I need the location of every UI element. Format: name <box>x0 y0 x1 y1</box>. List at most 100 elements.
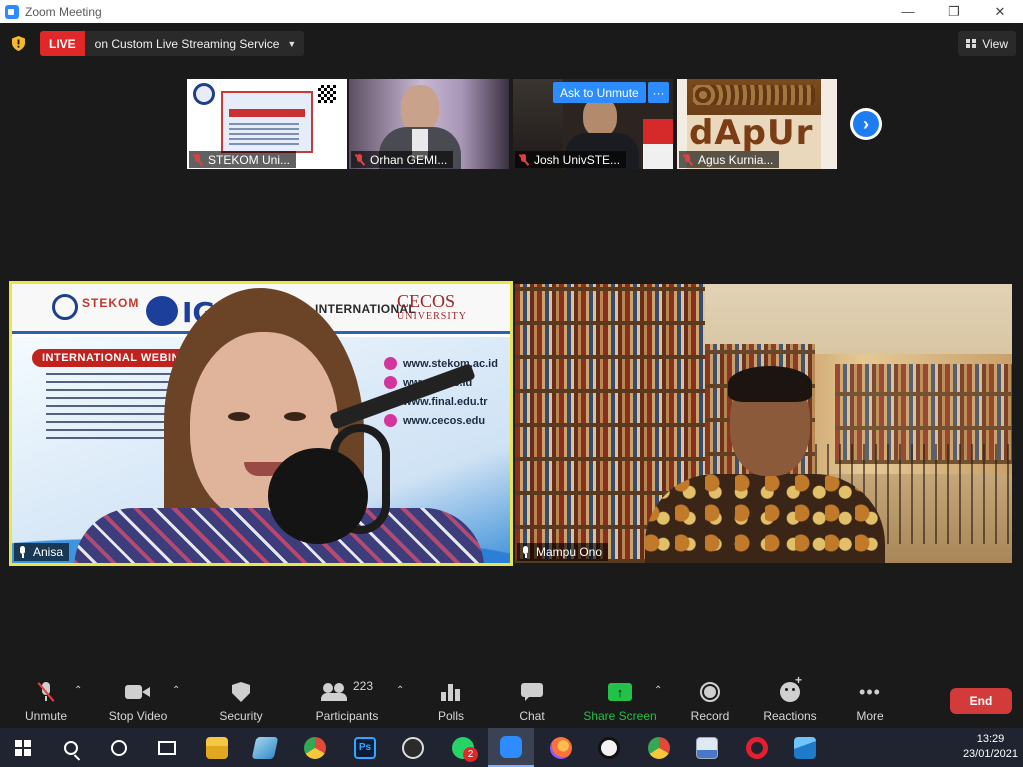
mic-muted-icon <box>192 153 203 166</box>
taskbar-chrome[interactable] <box>292 728 338 767</box>
share-arrow-icon: ↑ <box>608 683 632 701</box>
participant-count: 223 <box>352 679 374 693</box>
start-button[interactable] <box>0 728 46 767</box>
window-controls: — ❐ ✕ <box>885 0 1023 23</box>
windows-logo-icon <box>15 739 31 756</box>
zoom-icon <box>500 735 522 758</box>
dapur-logo-text: dApUr <box>689 113 814 153</box>
live-stream-dropdown[interactable]: LIVE on Custom Live Streaming Service ▼ <box>40 31 305 56</box>
record-button[interactable]: Record <box>688 679 732 728</box>
participant-video <box>401 85 439 131</box>
cecos-logo-text: CECOS UNIVERSITY <box>397 292 467 322</box>
participant-name-label: Josh UnivSTE... <box>515 151 627 168</box>
active-speaker-tile[interactable]: STEKOM IGI INTERNATIONAL CECOS UNIVERSIT… <box>9 281 513 566</box>
taskbar-photoshop[interactable]: Ps <box>342 728 388 767</box>
more-label: More <box>856 709 884 723</box>
unmute-button[interactable]: Unmute <box>22 679 70 728</box>
mic-icon <box>520 546 531 558</box>
speaker-name: Anisa <box>33 545 64 559</box>
search-icon <box>64 740 78 755</box>
chevron-right-icon: › <box>853 111 879 137</box>
close-button[interactable]: ✕ <box>977 0 1023 23</box>
participant-name-label: Orhan GEMI... <box>351 151 454 168</box>
security-button[interactable]: Security <box>218 679 264 728</box>
share-screen-button[interactable]: ↑ Share Screen <box>583 679 657 728</box>
search-button[interactable] <box>48 728 94 767</box>
participant-name: Josh UnivSTE... <box>534 152 621 167</box>
restore-button[interactable]: ❐ <box>931 0 977 23</box>
view-button[interactable]: View <box>958 31 1016 56</box>
speaker-eye <box>284 412 306 421</box>
university-logo <box>193 83 215 105</box>
participant-thumbnail[interactable]: dApUr Agus Kurnia... <box>677 79 837 169</box>
stekom-text: STEKOM <box>82 296 140 310</box>
participant-thumbnail[interactable]: Orhan GEMI... <box>349 79 509 169</box>
photoshop-icon: Ps <box>354 736 376 759</box>
gallery-grid-icon <box>966 39 977 48</box>
chevron-down-icon: ▼ <box>287 38 297 49</box>
windows-taskbar: Ps 2 13:29 23/01/2021 <box>0 728 1023 767</box>
reactions-label: Reactions <box>763 709 817 723</box>
chat-label: Chat <box>519 709 545 723</box>
speaker-tile[interactable]: Mampu Ono <box>515 284 1012 563</box>
more-button[interactable]: ••• More <box>854 679 886 728</box>
live-badge: LIVE <box>40 31 85 56</box>
taskbar-chrome-2[interactable] <box>636 728 682 767</box>
taskbar-whatsapp[interactable]: 2 <box>440 728 486 767</box>
minimize-button[interactable]: — <box>885 0 931 23</box>
chat-button[interactable]: Chat <box>517 679 547 728</box>
participant-thumbnail[interactable]: STEKOM Uni... <box>187 79 347 169</box>
end-meeting-button[interactable]: End <box>950 688 1012 714</box>
task-view-button[interactable] <box>144 728 190 767</box>
participants-options-caret[interactable]: ⌃ <box>396 685 404 696</box>
chrome-icon <box>304 736 326 759</box>
zoom-app-icon <box>5 4 19 19</box>
pen-app-icon <box>598 736 620 759</box>
speaker-name-label: Mampu Ono <box>517 543 609 561</box>
igi-logo <box>146 296 178 326</box>
participant-more-button[interactable]: ··· <box>648 82 669 103</box>
next-page-button[interactable]: › <box>850 108 882 140</box>
video-options-caret[interactable]: ⌃ <box>172 685 180 696</box>
ask-to-unmute-button[interactable]: Ask to Unmute <box>553 82 646 103</box>
url-bullet-icon <box>384 376 397 389</box>
stekom-logo <box>52 294 78 320</box>
taskbar-photos[interactable] <box>782 728 828 767</box>
notification-badge: 2 <box>463 747 478 762</box>
taskbar-opera[interactable] <box>734 728 780 767</box>
meeting-toolbar: Unmute ⌃ Stop Video ⌃ Security 223 Parti… <box>0 673 1023 728</box>
participants-label: Participants <box>315 709 379 723</box>
smiley-add-icon <box>780 673 802 702</box>
speaker-eye <box>228 412 250 421</box>
taskbar-zoom[interactable] <box>488 728 534 767</box>
polls-button[interactable]: Polls <box>436 679 466 728</box>
obs-icon <box>402 736 424 759</box>
taskbar-app[interactable] <box>242 728 288 767</box>
video-camera-icon <box>125 684 151 700</box>
url-text: www.stekom.ac.id <box>403 357 498 370</box>
url-text: www.cecos.edu <box>403 414 486 427</box>
microphone-image <box>268 448 368 544</box>
chrome-icon <box>648 736 670 759</box>
taskbar-app[interactable] <box>586 728 632 767</box>
url-bullet-icon <box>384 357 397 370</box>
taskbar-file-explorer[interactable] <box>194 728 240 767</box>
stop-video-button[interactable]: Stop Video <box>106 679 170 728</box>
taskbar-obs[interactable] <box>390 728 436 767</box>
cortana-button[interactable] <box>96 728 142 767</box>
share-options-caret[interactable]: ⌃ <box>654 685 662 696</box>
ellipsis-icon: ••• <box>859 682 881 702</box>
notes-app-icon <box>251 736 279 759</box>
participants-button[interactable]: 223 Participants <box>312 679 382 728</box>
reactions-button[interactable]: Reactions <box>762 673 818 728</box>
taskbar-firefox[interactable] <box>538 728 584 767</box>
encryption-shield-icon[interactable] <box>12 36 25 51</box>
firefox-icon <box>550 736 572 759</box>
taskbar-app[interactable] <box>684 728 730 767</box>
participants-icon <box>320 683 347 701</box>
system-clock[interactable]: 13:29 23/01/2021 <box>963 732 1018 762</box>
network-app-icon <box>696 736 718 759</box>
poster-url: www.stekom.ac.id <box>384 355 498 372</box>
mic-muted-icon <box>682 153 693 166</box>
audio-options-caret[interactable]: ⌃ <box>74 685 82 696</box>
